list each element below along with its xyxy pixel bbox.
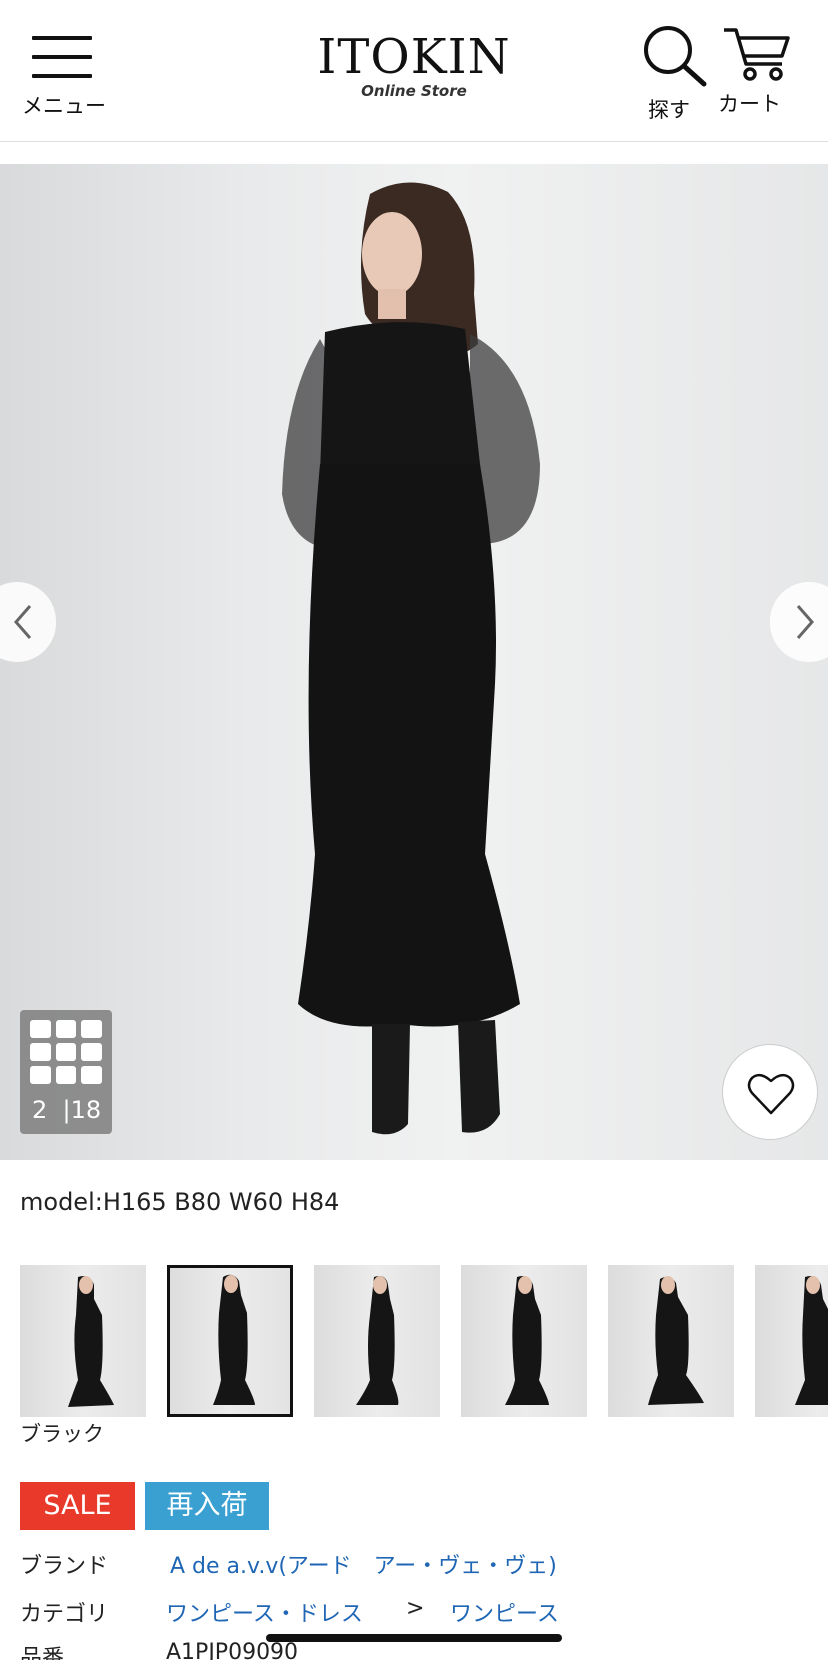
hamburger-icon-bar xyxy=(32,55,92,59)
thumbnail-image xyxy=(356,1276,399,1405)
hamburger-icon-bar xyxy=(32,36,92,40)
category-key: カテゴリ xyxy=(20,1602,109,1627)
home-indicator xyxy=(266,1634,562,1642)
sku-row: 品番 A1PJP09090 xyxy=(20,1640,828,1660)
grid-icon xyxy=(30,1020,102,1084)
restock-badge: 再入荷 xyxy=(145,1482,269,1530)
category-link-dress[interactable]: ワンピース・ドレス xyxy=(166,1596,363,1628)
sku-value: A1PJP09090 xyxy=(166,1640,299,1660)
heart-icon xyxy=(747,1073,795,1115)
favorite-button[interactable] xyxy=(722,1044,818,1140)
site-header: メニュー ITOKIN Online Store 探す カート xyxy=(0,0,828,142)
cart-button[interactable]: カート xyxy=(712,22,812,122)
category-link-onepiece[interactable]: ワンピース xyxy=(450,1596,559,1628)
brand-link[interactable]: A de a.v.v(アード アー・ヴェ・ヴェ) xyxy=(170,1548,557,1580)
thumbnail[interactable] xyxy=(755,1265,828,1417)
thumbnail-image xyxy=(505,1276,549,1405)
category-row: カテゴリ ワンピース・ドレス > ワンピース xyxy=(20,1596,828,1628)
sale-badge: SALE xyxy=(20,1482,135,1530)
search-button[interactable]: 探す xyxy=(640,22,710,122)
menu-label: メニュー xyxy=(22,94,106,118)
brand-key: ブランド xyxy=(20,1554,109,1579)
image-current: 2 xyxy=(32,1096,48,1124)
site-logo[interactable]: ITOKIN Online Store xyxy=(310,30,518,110)
thumbnail-image xyxy=(795,1276,828,1405)
image-grid-button[interactable]: 2 |18 xyxy=(20,1010,112,1134)
thumbnail[interactable] xyxy=(314,1265,440,1417)
sku-key: 品番 xyxy=(20,1646,65,1660)
chevron-left-icon xyxy=(14,605,32,639)
thumbnail-strip xyxy=(20,1265,828,1417)
chevron-right-icon xyxy=(796,605,814,639)
search-label: 探す xyxy=(648,98,690,122)
hero-spacer xyxy=(0,142,828,164)
color-name: ブラック xyxy=(20,1422,104,1446)
cart-icon xyxy=(724,28,790,81)
logo-brand: ITOKIN xyxy=(317,29,511,85)
thumbnail-image xyxy=(648,1276,704,1405)
thumbnail[interactable] xyxy=(608,1265,734,1417)
hamburger-icon-bar xyxy=(32,74,92,78)
search-icon xyxy=(644,26,707,87)
menu-button[interactable]: メニュー xyxy=(22,34,112,118)
image-total: |18 xyxy=(62,1096,102,1124)
model-measurements: model:H165 B80 W60 H84 xyxy=(20,1188,340,1216)
thumbnail-image xyxy=(213,1274,255,1405)
product-main-image[interactable] xyxy=(0,164,828,1160)
thumbnail[interactable] xyxy=(20,1265,146,1417)
model-photo xyxy=(282,182,540,1135)
brand-row: ブランド A de a.v.v(アード アー・ヴェ・ヴェ) xyxy=(20,1548,828,1580)
thumbnail[interactable] xyxy=(461,1265,587,1417)
cart-label: カート xyxy=(718,92,781,116)
category-separator: > xyxy=(406,1596,425,1621)
thumbnail-image xyxy=(68,1276,114,1407)
thumbnail-selected[interactable] xyxy=(167,1265,293,1417)
image-counter: 2 |18 xyxy=(32,1096,101,1124)
